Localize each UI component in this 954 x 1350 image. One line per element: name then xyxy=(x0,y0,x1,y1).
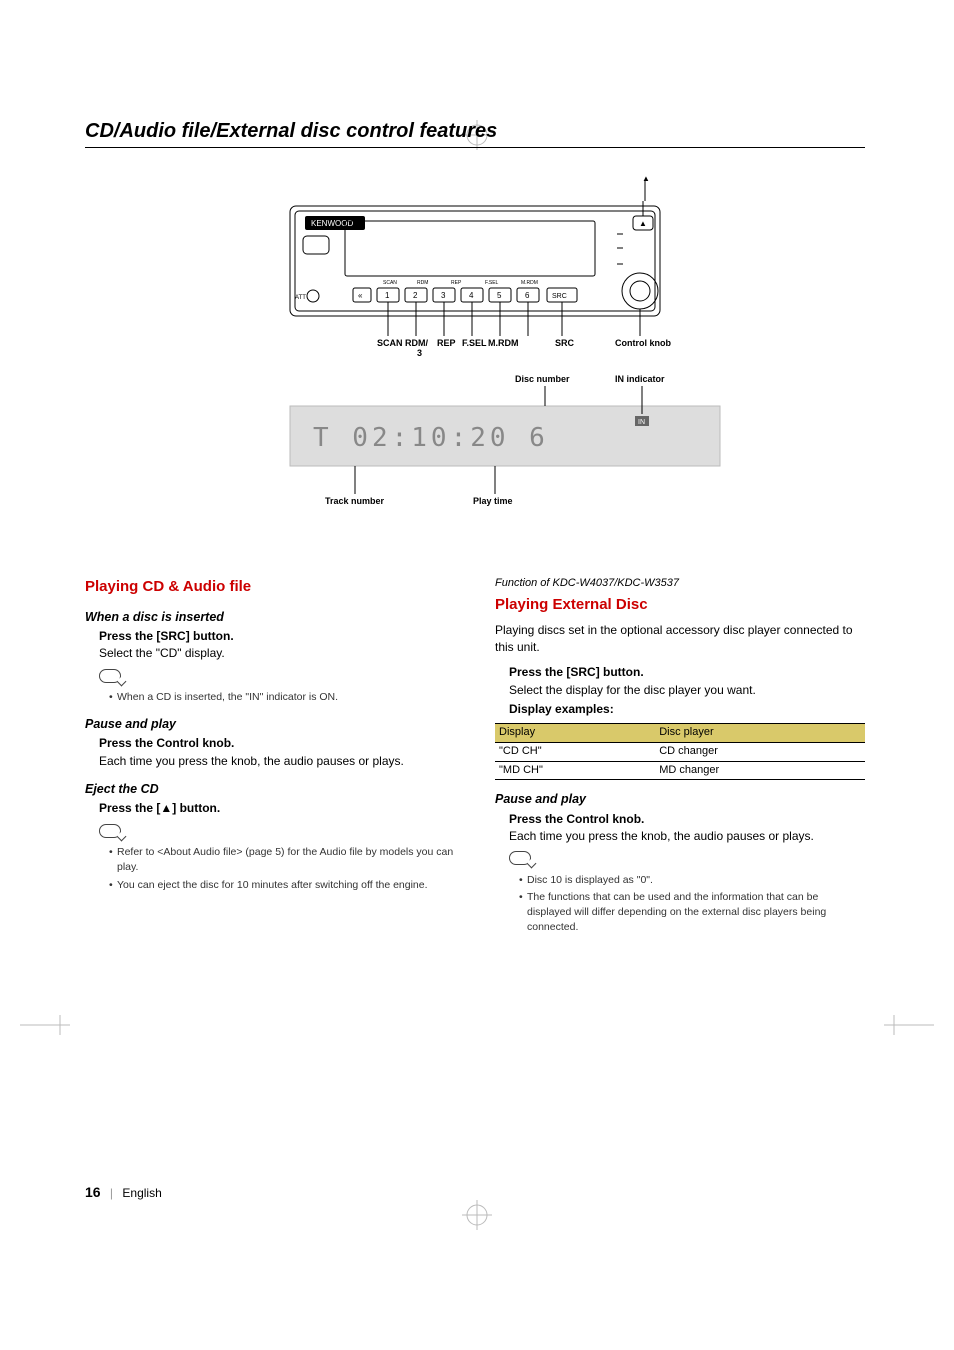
svg-text:T 02:10:20 6: T 02:10:20 6 xyxy=(313,423,549,453)
note-icon xyxy=(99,824,121,838)
heading-playing-external: Playing External Disc xyxy=(495,594,865,616)
instr-press-src-ext: Press the [SRC] button. xyxy=(509,664,865,681)
body-select-cd: Select the "CD" display. xyxy=(99,645,455,662)
svg-text:RDM: RDM xyxy=(417,280,428,286)
note-list-ext: Disc 10 is displayed as "0". The functio… xyxy=(509,873,865,936)
note-item: When a CD is inserted, the "IN" indicato… xyxy=(109,690,455,705)
display-examples-table: Display Disc player "CD CH" CD changer "… xyxy=(495,723,865,781)
crop-mark-right xyxy=(884,1010,934,1040)
note-item: The functions that can be used and the i… xyxy=(519,890,865,936)
instr-press-eject: Press the [▲] button. xyxy=(99,800,455,817)
page-footer: 16 | English xyxy=(85,1184,162,1200)
svg-text:▲: ▲ xyxy=(639,219,647,228)
svg-text:M.RDM: M.RDM xyxy=(521,280,538,286)
instr-press-src: Press the [SRC] button. xyxy=(99,628,455,645)
callout-rdm: RDM/ xyxy=(405,338,428,348)
svg-text:3: 3 xyxy=(441,291,446,300)
note-icon xyxy=(509,851,531,865)
table-row: "CD CH" CD changer xyxy=(495,742,865,761)
instr-press-knob: Press the Control knob. xyxy=(99,735,455,752)
note-icon xyxy=(99,669,121,683)
svg-text:«: « xyxy=(358,291,363,300)
crop-mark-bottom xyxy=(462,1200,492,1230)
subhead-when-inserted: When a disc is inserted xyxy=(85,608,455,626)
svg-text:SRC: SRC xyxy=(552,293,567,300)
note-item: Refer to <About Audio file> (page 5) for… xyxy=(109,845,455,875)
callout-control-knob: Control knob xyxy=(615,338,671,348)
callout-src: SRC xyxy=(555,338,574,348)
callout-scan: SCAN xyxy=(377,338,403,348)
note-list-1: When a CD is inserted, the "IN" indicato… xyxy=(99,690,455,705)
body-pause-play: Each time you press the knob, the audio … xyxy=(99,753,455,770)
footer-language: English xyxy=(122,1186,161,1200)
instr-press-knob-ext: Press the Control knob. xyxy=(509,811,865,828)
table-header-discplayer: Disc player xyxy=(655,723,865,742)
right-column: Function of KDC-W4037/KDC-W3537 Playing … xyxy=(495,576,865,938)
subhead-pause-play: Pause and play xyxy=(85,715,455,733)
table-header-display: Display xyxy=(495,723,655,742)
display-examples-label: Display examples: xyxy=(509,701,865,718)
callout-track-number: Track number xyxy=(325,496,384,506)
page-number: 16 xyxy=(85,1184,101,1200)
table-row: "MD CH" MD changer xyxy=(495,761,865,780)
svg-text:▲: ▲ xyxy=(642,176,650,183)
crop-mark-left xyxy=(20,1010,70,1040)
note-item: You can eject the disc for 10 minutes af… xyxy=(109,878,455,893)
table-cell: MD changer xyxy=(655,761,865,780)
svg-text:2: 2 xyxy=(413,291,418,300)
body-select-disc-player: Select the display for the disc player y… xyxy=(509,682,865,699)
table-cell: "CD CH" xyxy=(495,742,655,761)
svg-text:IN: IN xyxy=(638,419,645,426)
note-list-2: Refer to <About Audio file> (page 5) for… xyxy=(99,845,455,893)
callout-rdm-sub: 3 xyxy=(417,348,422,358)
callout-disc-number: Disc number xyxy=(515,374,570,384)
callout-in-indicator: IN indicator xyxy=(615,374,665,384)
callout-mrdm: M.RDM xyxy=(488,338,519,348)
body-external-intro: Playing discs set in the optional access… xyxy=(495,622,865,657)
function-of-label: Function of KDC-W4037/KDC-W3537 xyxy=(495,576,865,592)
svg-text:F.SEL: F.SEL xyxy=(485,280,499,286)
svg-text:REP: REP xyxy=(451,280,462,286)
svg-text:4: 4 xyxy=(469,291,474,300)
heading-playing-cd: Playing CD & Audio file xyxy=(85,576,455,598)
callout-rep: REP xyxy=(437,338,456,348)
section-title: CD/Audio file/External disc control feat… xyxy=(85,120,865,148)
svg-text:KENWOOD: KENWOOD xyxy=(311,219,353,228)
device-diagram: ▲ KENWOOD ▲ ATT SCAN RDM REP F.S xyxy=(195,176,755,536)
svg-text:SCAN: SCAN xyxy=(383,280,397,286)
svg-text:5: 5 xyxy=(497,291,502,300)
note-item: Disc 10 is displayed as "0". xyxy=(519,873,865,888)
subhead-pause-play-ext: Pause and play xyxy=(495,790,865,808)
subhead-eject: Eject the CD xyxy=(85,780,455,798)
table-cell: CD changer xyxy=(655,742,865,761)
headunit-svg: ▲ KENWOOD ▲ ATT SCAN RDM REP F.S xyxy=(195,176,755,536)
svg-text:ATT: ATT xyxy=(295,295,306,301)
table-cell: "MD CH" xyxy=(495,761,655,780)
svg-text:1: 1 xyxy=(385,291,390,300)
callout-fsel: F.SEL xyxy=(462,338,487,348)
left-column: Playing CD & Audio file When a disc is i… xyxy=(85,576,455,938)
footer-separator: | xyxy=(110,1186,113,1200)
callout-play-time: Play time xyxy=(473,496,513,506)
body-pause-play-ext: Each time you press the knob, the audio … xyxy=(509,828,865,845)
svg-text:6: 6 xyxy=(525,291,530,300)
